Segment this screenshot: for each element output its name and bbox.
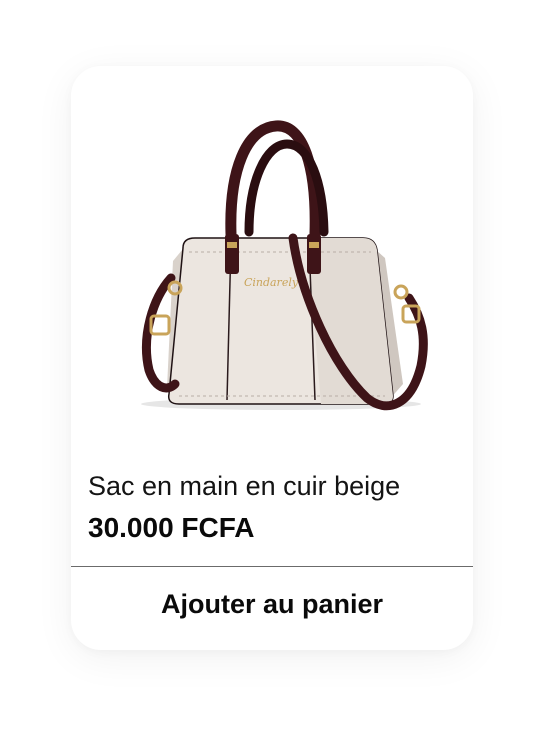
brand-logo: Cindarely [244,276,299,289]
product-card[interactable]: Cindarely Sac en main en cuir beige 30.0… [71,66,473,650]
product-price: 30.000 FCFA [88,512,255,543]
product-name: Sac en main en cuir beige [88,471,401,501]
add-to-cart-button[interactable]: Ajouter au panier [71,567,473,650]
product-image[interactable]: Cindarely [71,66,473,466]
handbag-illustration: Cindarely [71,66,473,466]
